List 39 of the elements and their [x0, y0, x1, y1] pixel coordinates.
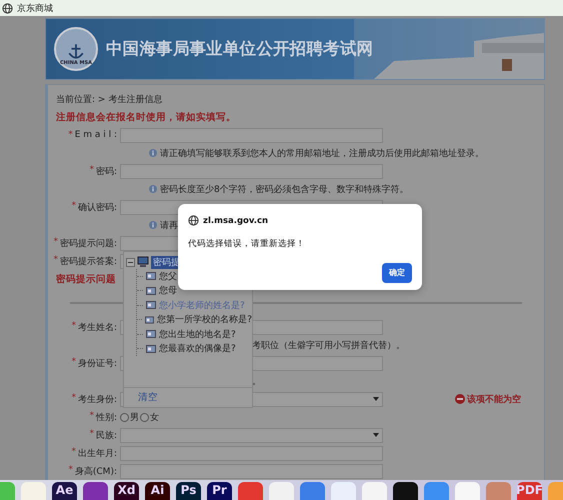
notice-text: 注册信息会在报名时使用，请如实填写。: [56, 110, 236, 124]
field-label: 身份证号:: [78, 358, 117, 370]
required-mark: *: [68, 464, 73, 476]
dialog-host: zl.msa.gov.cn: [203, 216, 268, 226]
field-label: 考生身份:: [78, 394, 117, 406]
required-mark: *: [71, 356, 76, 368]
required-mark: *: [71, 392, 76, 404]
field-label: 确认密码:: [78, 202, 117, 214]
field-label: 性别:: [96, 412, 117, 424]
field-label: 民族:: [96, 430, 117, 442]
error-text: 该项不能为空: [467, 393, 521, 406]
required-mark: *: [89, 164, 94, 176]
required-mark: *: [53, 236, 58, 248]
field-label: 密码提示答案:: [60, 255, 117, 268]
field-label: 密码提示问题:: [60, 238, 117, 250]
hint-text: 考职位（生僻字可用小写拼音代替）。: [252, 340, 405, 352]
required-mark: *: [68, 130, 73, 140]
site-title: 中国海事局事业单位公开招聘考试网: [106, 38, 374, 60]
required-mark: *: [71, 320, 76, 332]
field-label: 身高(CM):: [74, 466, 117, 478]
required-mark: *: [89, 428, 94, 440]
dialog-message: 代码选择错误，请重新选择！: [188, 239, 305, 249]
radio-label: 男: [130, 412, 139, 424]
required-mark: *: [71, 446, 76, 458]
hint-text: 请正确填写能够联系到您本人的常用邮箱地址，注册成功后使用此邮箱地址登录。: [160, 148, 484, 160]
tab-title: 京东商城: [17, 2, 53, 14]
radio-label: 女: [150, 412, 159, 424]
hint-text: 。: [252, 376, 261, 388]
field-label: E m a i l :: [74, 130, 117, 140]
required-mark: *: [71, 200, 76, 212]
hint-text: 密码长度至少8个字符，密码必须包含字母、数字和特殊字符。: [160, 184, 409, 196]
notice-text: 密码提示问题: [56, 272, 116, 286]
field-label: 考生姓名:: [78, 322, 117, 334]
field-label: 密码:: [96, 166, 117, 178]
hint-text: 请再: [160, 220, 178, 232]
required-mark: *: [53, 254, 58, 266]
breadcrumb: 当前位置: > 考生注册信息: [56, 94, 162, 106]
required-mark: *: [89, 410, 94, 422]
field-label: 出生年月:: [78, 448, 117, 460]
